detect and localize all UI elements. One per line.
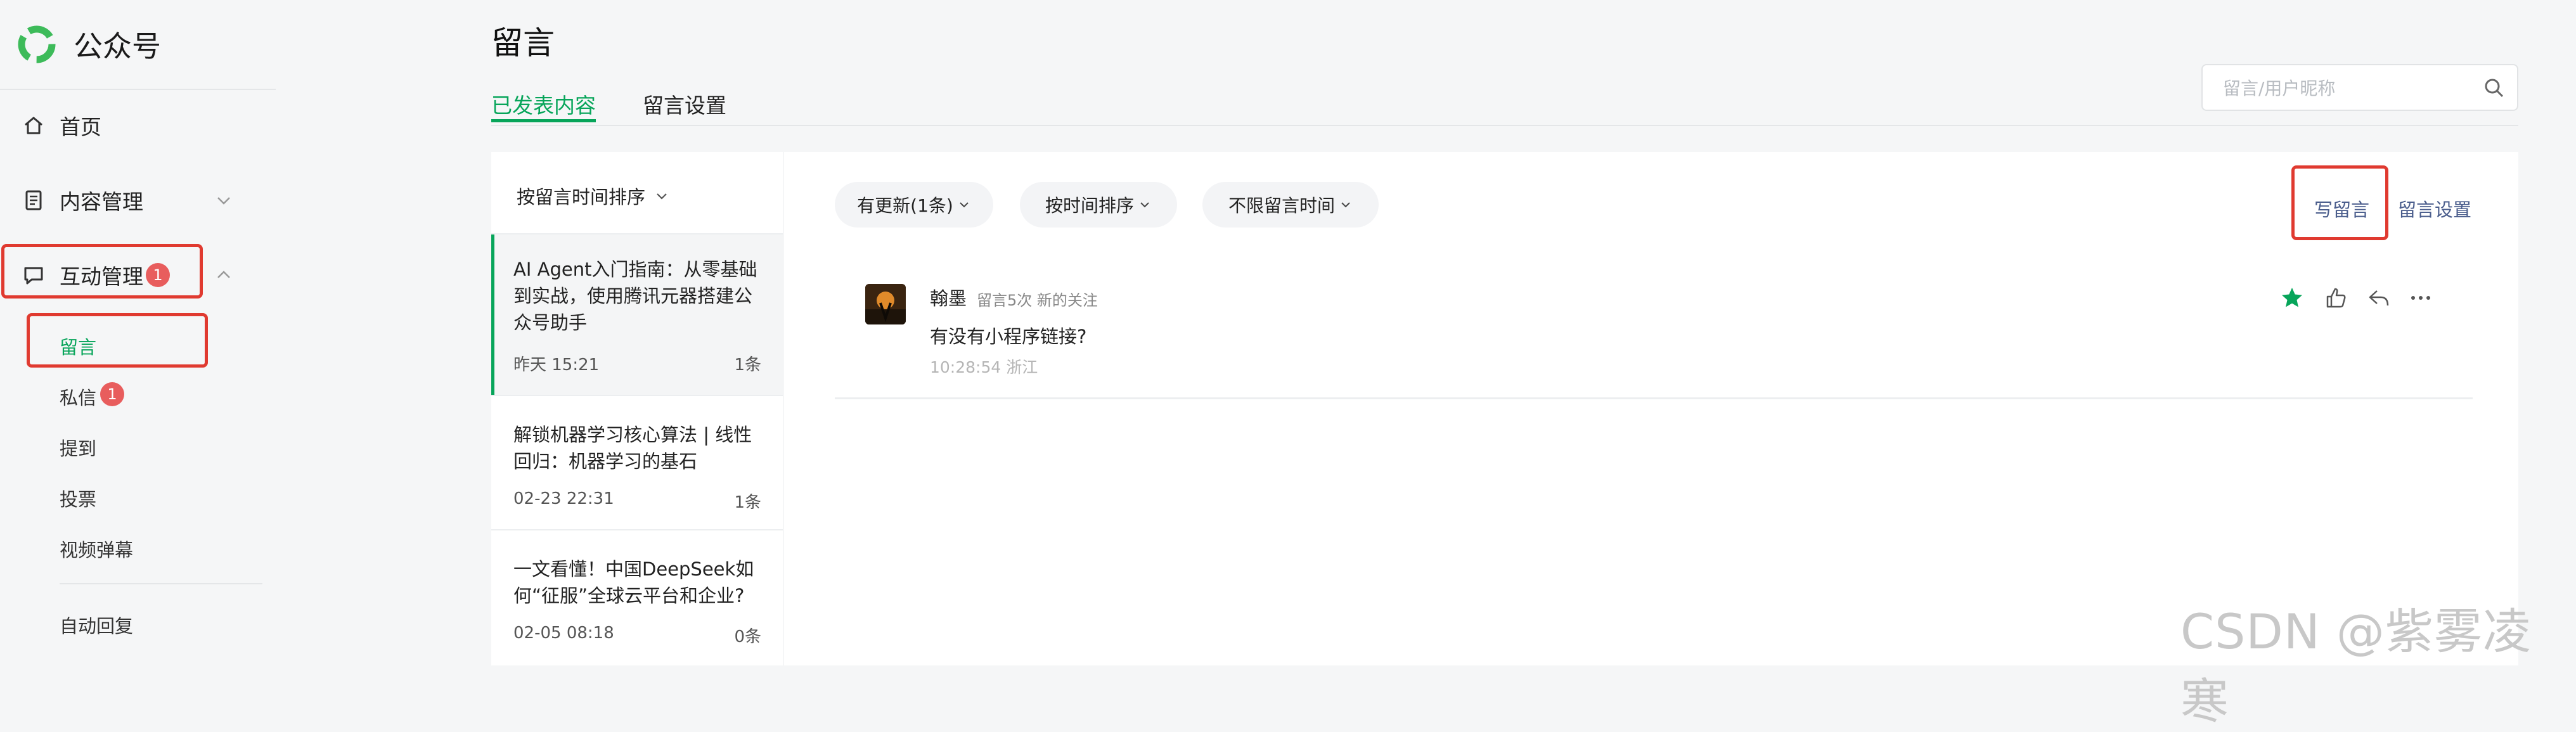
brand[interactable]: 公众号 [16,22,161,67]
comment-time-location: 10:28:54 浙江 [930,358,1038,376]
tab-comment-settings[interactable]: 留言设置 [643,89,726,119]
article-time: 02-23 22:31 [513,489,614,508]
star-featured-button[interactable] [2278,284,2306,312]
reply-icon [2369,290,2389,306]
more-horizontal-icon [2411,296,2430,300]
chevron-down-icon [1341,202,1350,208]
comment-divider [835,397,2473,399]
chevron-down-icon [657,193,667,200]
sub-item-video-danmaku[interactable]: 视频弹幕 [60,536,133,562]
sidebar: 公众号 首页 内容管理 互动管理 1 留言 私信 1 提到 投票 视频弹幕 自动… [0,0,276,665]
highlight-box-comments [27,313,208,368]
chevron-up-icon [217,271,230,278]
like-button[interactable] [2322,284,2350,312]
highlight-box-write-comment [2291,165,2388,240]
search-box[interactable] [2201,64,2518,111]
chevron-down-icon [960,202,969,208]
sidebar-divider [0,89,276,90]
article-list-panel: 按留言时间排序 AI Agent入门指南：从零基础到实战，使用腾讯元器搭建公众号… [491,152,783,665]
active-tab-indicator [491,119,596,122]
filter-comment-time-range-dropdown[interactable]: 不限留言时间 [1202,182,1379,228]
sub-item-auto-reply[interactable]: 自动回复 [60,612,133,638]
messages-badge: 1 [100,382,124,406]
sub-item-messages[interactable]: 私信 [60,383,96,410]
thumbs-up-icon [2326,288,2346,308]
search-input[interactable] [2222,74,2478,102]
sub-item-votes[interactable]: 投票 [60,485,96,511]
chevron-down-icon [217,197,230,205]
wechat-mp-logo-icon [18,25,56,63]
article-comment-count: 0条 [734,627,761,646]
article-list-item[interactable]: AI Agent入门指南：从零基础到实战，使用腾讯元器搭建公众号助手 昨天 15… [491,233,783,395]
nav-home[interactable]: 首页 [0,112,276,139]
sort-label: 按留言时间排序 [517,186,646,208]
watermark: CSDN @紫雾凌寒 [2180,603,2532,729]
more-options-button[interactable] [2407,284,2435,312]
article-list-item[interactable]: 解锁机器学习核心算法 | 线性回归：机器学习的基石 02-23 22:31 1条 [491,395,783,529]
reply-button[interactable] [2365,284,2393,312]
avatar[interactable] [865,284,906,324]
sub-item-mentions[interactable]: 提到 [60,434,96,461]
filter-label: 不限留言时间 [1228,195,1335,216]
home-icon [25,117,42,134]
sort-by-comment-time-dropdown[interactable]: 按留言时间排序 [517,183,669,209]
highlight-box-interaction [1,244,203,299]
comment-user-meta: 留言5次 新的关注 [977,292,1098,309]
user-avatar-image [865,284,906,324]
chevron-down-icon [1140,202,1149,208]
comment-text: 有没有小程序链接? [930,326,1087,347]
page-title: 留言 [491,25,555,61]
article-comment-count: 1条 [734,356,761,375]
article-time: 02-05 08:18 [513,624,614,643]
star-icon [2282,288,2302,307]
filter-label: 有更新(1条) [857,195,953,216]
article-time: 昨天 15:21 [513,356,600,375]
comment-settings-link[interactable]: 留言设置 [2398,195,2471,222]
article-list-item[interactable]: 一文看懂！中国DeepSeek如何“征服”全球云平台和企业? 02-05 08:… [491,529,783,665]
header-divider [491,125,2518,126]
brand-name: 公众号 [74,29,161,63]
filter-label: 按时间排序 [1045,195,1134,216]
tab-published-content[interactable]: 已发表内容 [491,89,596,119]
nav-home-label: 首页 [60,115,101,139]
filter-has-updates-dropdown[interactable]: 有更新(1条) [835,182,993,228]
nav-content-label: 内容管理 [60,189,143,214]
article-title: AI Agent入门指南：从零基础到实战，使用腾讯元器搭建公众号助手 [513,259,757,333]
comments-panel: 有更新(1条) 按时间排序 不限留言时间 写留言 留言设置 翰墨 留言5次 新的… [784,152,2518,665]
document-icon [25,190,42,210]
article-title: 一文看懂！中国DeepSeek如何“征服”全球云平台和企业? [513,558,754,607]
search-icon[interactable] [2483,77,2506,100]
nav-content-management[interactable]: 内容管理 [0,186,276,214]
comment-username[interactable]: 翰墨 [930,284,967,311]
article-comment-count: 1条 [734,493,761,512]
sidebar-divider [60,583,262,584]
article-title: 解锁机器学习核心算法 | 线性回归：机器学习的基石 [513,424,752,472]
filter-sort-by-time-dropdown[interactable]: 按时间排序 [1020,182,1177,228]
